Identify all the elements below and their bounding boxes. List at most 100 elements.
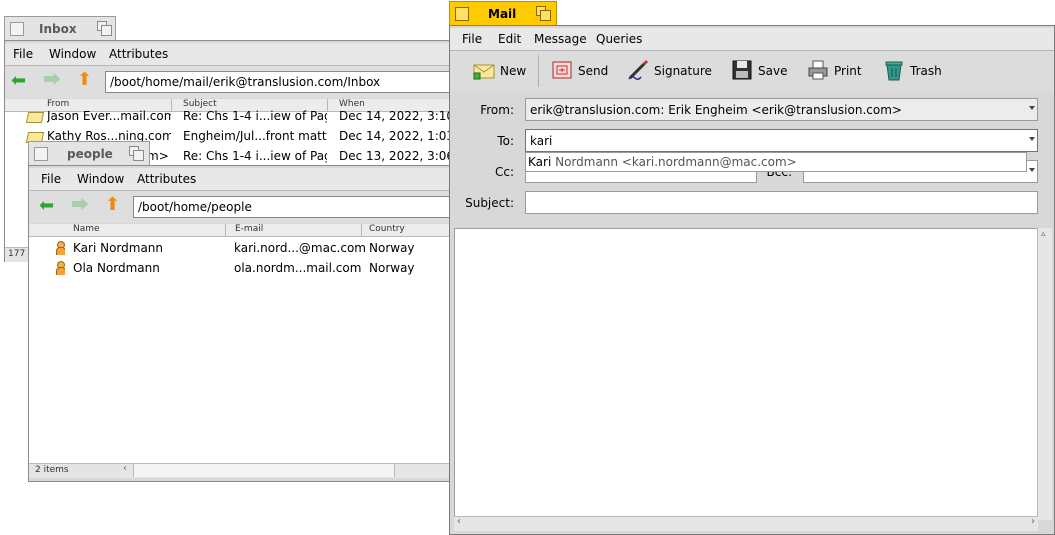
scroll-left-icon[interactable]: ‹ <box>457 516 461 527</box>
zoom-icon[interactable] <box>536 6 551 21</box>
to-label: To: <box>497 134 514 148</box>
person-icon <box>55 261 65 275</box>
row-when: Dec 14, 2022, 3:10 AM <box>339 109 455 123</box>
people-window-tab[interactable]: people <box>28 141 150 165</box>
column-email[interactable]: E-mail <box>235 224 263 234</box>
row-from: Jason Ever...mail.com> <box>47 109 171 123</box>
menu-window[interactable]: Window <box>77 172 124 186</box>
chevron-down-icon[interactable] <box>1029 137 1035 141</box>
close-icon[interactable] <box>10 22 24 36</box>
save-button-label: Save <box>758 64 788 78</box>
send-button-label: Send <box>578 64 609 78</box>
inbox-menubar: File Window Attributes <box>5 43 459 66</box>
people-item-count: 2 items <box>35 465 69 475</box>
subject-label: Subject: <box>465 196 514 210</box>
row-email: kari.nord...@mac.com <box>234 241 366 255</box>
from-value: erik@translusion.com: Erik Engheim <erik… <box>530 103 902 117</box>
menu-attributes[interactable]: Attributes <box>109 47 168 61</box>
send-button[interactable]: Send <box>548 51 612 91</box>
menu-file[interactable]: File <box>41 172 61 186</box>
people-horizontal-scrollbar[interactable]: ‹ <box>119 463 459 478</box>
trash-button-label: Trash <box>910 64 942 78</box>
new-button-label: New <box>500 64 527 78</box>
people-window: File Window Attributes ⬅ ⮕ ⬆ /boot/home/… <box>28 165 460 482</box>
menu-file[interactable]: File <box>13 47 33 61</box>
signature-button[interactable]: Signature <box>624 51 714 91</box>
people-window-title: people <box>67 147 113 161</box>
print-button[interactable]: Print <box>804 51 866 91</box>
row-subject: Re: Chs 1-4 i...iew of Pages <box>183 149 327 163</box>
message-body-area[interactable] <box>454 228 1038 520</box>
back-icon[interactable]: ⬅ <box>11 72 26 90</box>
inbox-navbar: ⬅ ⮕ ⬆ /boot/home/mail/erik@translusion.c… <box>5 66 459 98</box>
from-label: From: <box>480 103 514 117</box>
mail-window: File Edit Message Queries New Send Signa… <box>449 25 1055 535</box>
save-icon <box>730 58 754 82</box>
up-icon[interactable]: ⬆ <box>105 196 120 214</box>
scroll-up-icon[interactable]: ▵ <box>1041 229 1046 239</box>
trash-icon <box>882 58 906 82</box>
subject-field[interactable] <box>525 191 1038 214</box>
body-vertical-scrollbar[interactable]: ▵ <box>1037 228 1052 520</box>
chevron-down-icon[interactable] <box>1029 168 1035 172</box>
row-country: Norway <box>369 241 415 255</box>
menu-file[interactable]: File <box>462 32 482 46</box>
menu-edit[interactable]: Edit <box>498 32 521 46</box>
mail-window-tab[interactable]: Mail <box>449 1 557 25</box>
row-when: Dec 14, 2022, 1:03 AM <box>339 129 455 143</box>
people-column-header: Name E-mail Country <box>29 224 459 237</box>
column-name[interactable]: Name <box>73 224 100 234</box>
forward-icon: ⮕ <box>71 195 89 216</box>
mail-toolbar: New Send Signature Save Print Trash <box>450 51 1054 91</box>
scroll-left-icon[interactable]: ‹ <box>123 463 127 474</box>
close-icon[interactable] <box>455 7 469 21</box>
zoom-icon[interactable] <box>97 21 112 36</box>
person-icon <box>55 241 65 255</box>
signature-icon <box>626 58 650 82</box>
body-horizontal-scrollbar[interactable]: ‹ › <box>454 516 1038 531</box>
address-suggestion-popup[interactable]: Kari Nordmann <kari.nordmann@mac.com> <box>525 152 1027 172</box>
new-button[interactable]: New <box>470 51 532 91</box>
print-button-label: Print <box>834 64 862 78</box>
to-field[interactable]: kari <box>525 129 1038 152</box>
people-menubar: File Window Attributes <box>29 168 459 191</box>
people-navbar: ⬅ ⮕ ⬆ /boot/home/people <box>29 191 459 223</box>
printer-icon <box>806 58 830 82</box>
inbox-path-field[interactable]: /boot/home/mail/erik@translusion.com/Inb… <box>105 71 455 93</box>
row-name: Kari Nordmann <box>73 241 164 255</box>
inbox-window-title: Inbox <box>39 22 77 36</box>
suggestion-match-text: Kari <box>528 155 552 169</box>
scroll-right-icon[interactable]: › <box>1031 516 1035 527</box>
row-email: ola.nordm...mail.com <box>234 261 362 275</box>
menu-window[interactable]: Window <box>49 47 96 61</box>
menu-message[interactable]: Message <box>534 32 587 46</box>
new-mail-icon <box>472 58 496 82</box>
send-icon <box>550 58 574 82</box>
people-path-field[interactable]: /boot/home/people <box>133 196 455 218</box>
inbox-window-tab[interactable]: Inbox <box>4 16 116 40</box>
people-status-bar: 2 items <box>29 463 119 478</box>
zoom-icon[interactable] <box>129 146 144 161</box>
close-icon[interactable] <box>34 147 48 161</box>
signature-button-label: Signature <box>654 64 712 78</box>
table-row[interactable]: Jason Ever...mail.com> Re: Chs 1-4 i...i… <box>5 106 459 126</box>
row-name: Ola Nordmann <box>73 261 160 275</box>
toolbar-separator <box>538 55 539 87</box>
from-menu-field[interactable]: erik@translusion.com: Erik Engheim <erik… <box>525 98 1038 121</box>
column-country[interactable]: Country <box>369 224 405 234</box>
row-subject: Re: Chs 1-4 i...iew of Pages <box>183 109 327 123</box>
trash-button[interactable]: Trash <box>880 51 946 91</box>
cc-label: Cc: <box>494 165 514 179</box>
row-subject: Engheim/Jul...front matter <box>183 129 327 143</box>
save-button[interactable]: Save <box>728 51 790 91</box>
table-row[interactable]: Ola Nordmann ola.nordm...mail.com Norway <box>29 258 459 278</box>
table-row[interactable]: Kari Nordmann kari.nord...@mac.com Norwa… <box>29 238 459 258</box>
chevron-down-icon <box>1029 106 1035 110</box>
suggestion-rest-text: Nordmann <kari.nordmann@mac.com> <box>551 155 797 169</box>
menu-queries[interactable]: Queries <box>596 32 642 46</box>
menu-attributes[interactable]: Attributes <box>137 172 196 186</box>
forward-icon: ⮕ <box>43 70 61 91</box>
up-icon[interactable]: ⬆ <box>77 71 92 89</box>
people-list: Kari Nordmann kari.nord...@mac.com Norwa… <box>29 237 459 463</box>
back-icon[interactable]: ⬅ <box>39 197 54 215</box>
